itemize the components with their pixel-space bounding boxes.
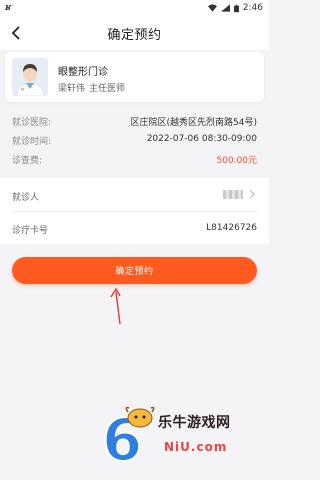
time-value: 2022-07-06 08:30-09:00 bbox=[146, 134, 257, 144]
confirm-appointment-button[interactable]: 确定预约 bbox=[12, 257, 257, 284]
fee-label: 诊查费: bbox=[12, 156, 43, 166]
department-name: 眼整形门诊 bbox=[58, 67, 108, 78]
patient-form: 就诊人 诊疗卡号 L81426726 bbox=[0, 178, 269, 244]
time-row: 就诊时间: 2022-07-06 08:30-09:00 bbox=[0, 131, 269, 149]
time-label: 就诊时间: bbox=[12, 137, 52, 147]
doctor-avatar-icon bbox=[12, 58, 48, 96]
wifi-icon bbox=[207, 4, 217, 12]
chevron-right-icon bbox=[249, 189, 255, 199]
doctor-name: 梁轩伟 bbox=[58, 84, 86, 94]
patient-name-blurred bbox=[223, 190, 243, 199]
card-number-row: 诊疗卡号 L81426726 bbox=[0, 211, 269, 244]
patient-selector[interactable]: 就诊人 bbox=[0, 178, 269, 211]
hospital-row: 就诊医院: 区庄院区(越秀区先烈南路54号) bbox=[0, 112, 269, 130]
clock: 2:46 bbox=[242, 3, 263, 13]
fee-row: 诊查费: 500.00元 bbox=[0, 150, 269, 168]
status-icons: 2:46 bbox=[207, 3, 263, 13]
watermark-domain: NiU.com bbox=[164, 440, 228, 454]
patient-label: 就诊人 bbox=[12, 193, 40, 203]
nav-bar: 确定预约 bbox=[0, 16, 269, 50]
appointment-info: 就诊医院: 区庄院区(越秀区先烈南路54号) 就诊时间: 2022-07-06 … bbox=[0, 108, 269, 172]
hospital-value: 区庄院区(越秀区先烈南路54号) bbox=[130, 118, 257, 128]
doctor-title: 主任医师 bbox=[89, 84, 126, 94]
fee-value: 500.00元 bbox=[216, 156, 258, 166]
watermark-brand: 乐牛游戏网 bbox=[158, 415, 231, 431]
status-bar: ʁ 2:46 bbox=[0, 0, 269, 16]
watermark: 6 乐牛游戏网 NiU.com bbox=[100, 404, 265, 470]
battery-icon bbox=[233, 4, 239, 12]
hospital-label: 就诊医院: bbox=[12, 118, 52, 128]
watermark-logo-icon: 6 bbox=[102, 405, 155, 466]
page-title: 确定预约 bbox=[107, 28, 162, 43]
annotation-arrow-icon bbox=[110, 287, 121, 325]
doctor-card[interactable]: 眼整形门诊 梁轩伟 主任医师 bbox=[5, 52, 264, 102]
notification-icon: ʁ bbox=[5, 3, 12, 13]
card-number-label: 诊疗卡号 bbox=[12, 226, 49, 236]
doctor-avatar bbox=[12, 58, 48, 96]
card-number-value: L81426726 bbox=[206, 223, 257, 233]
signal-icon bbox=[220, 4, 230, 12]
